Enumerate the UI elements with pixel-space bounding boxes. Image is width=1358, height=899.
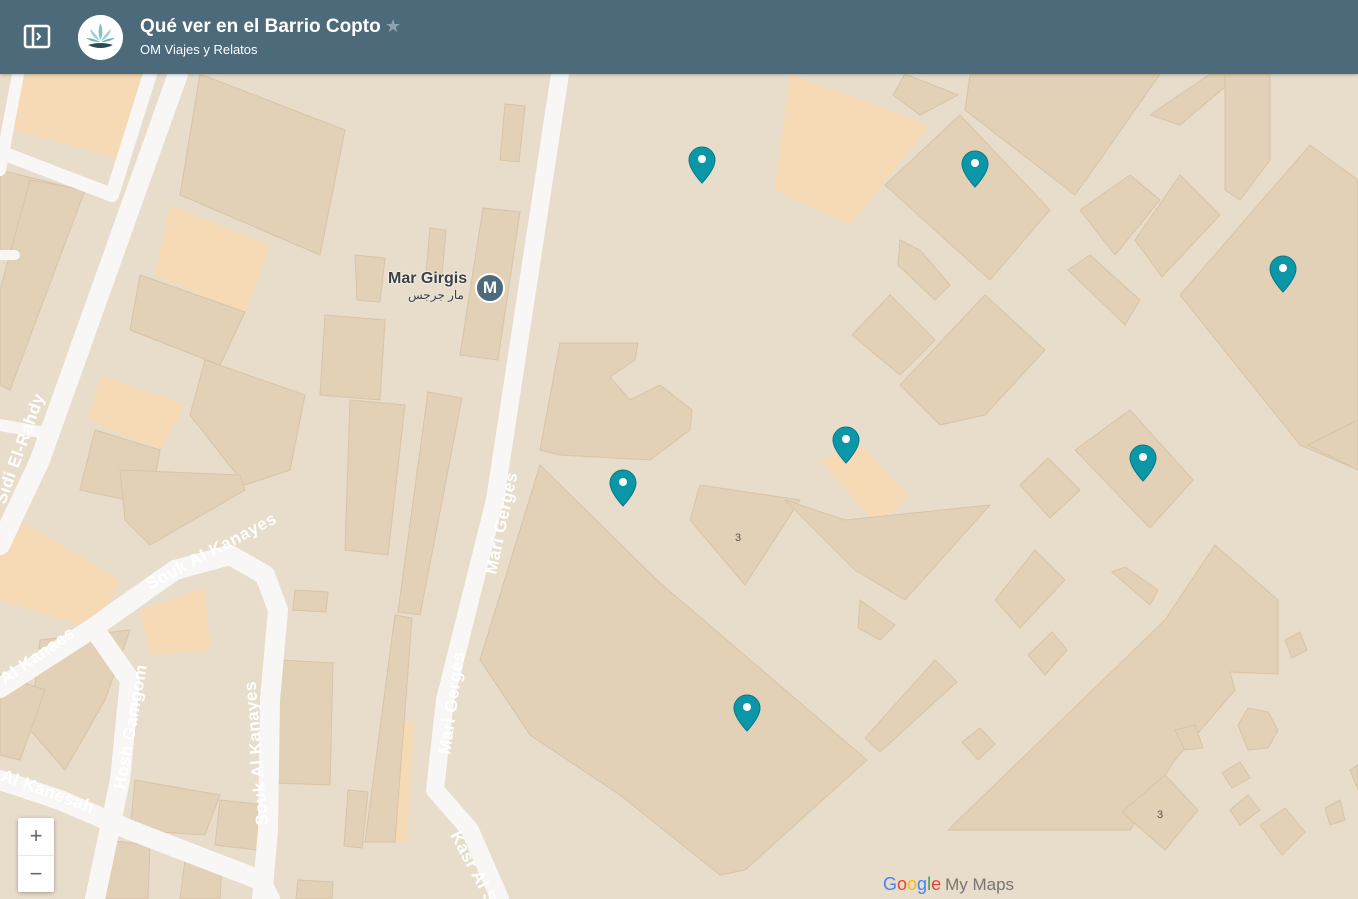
my-maps-label: My Maps [945,875,1015,894]
map-background: Mari Gerges Mari Gerges Souk Al Kanayes … [0,74,1358,899]
map-author: OM Viajes y Relatos [140,42,258,57]
star-icon[interactable]: ★ [385,16,401,37]
zoom-controls: + − [18,818,54,892]
metro-icon: M [475,273,505,303]
location-pin-icon[interactable] [832,426,860,464]
location-pin-icon[interactable] [688,146,716,184]
toggle-sidebar-icon[interactable] [20,22,54,52]
map-canvas[interactable]: Mari Gerges Mari Gerges Souk Al Kanayes … [0,74,1358,899]
location-pin-icon[interactable] [1129,444,1157,482]
location-pin-icon[interactable] [961,150,989,188]
zoom-out-button[interactable]: − [18,856,54,893]
map-logo [78,15,123,60]
map-header: Qué ver en el Barrio Copto ★ OM Viajes y… [0,0,1358,74]
station-name-arabic: مار جرجس [408,288,464,302]
building-number: 3 [735,532,742,544]
location-pin-icon[interactable] [733,694,761,732]
location-pin-icon[interactable] [609,469,637,507]
map-title: Qué ver en el Barrio Copto [140,16,381,37]
station-name: Mar Girgis [388,270,468,287]
zoom-in-button[interactable]: + [18,818,54,855]
building-number: 3 [1157,809,1164,821]
location-pin-icon[interactable] [1269,255,1297,293]
google-my-maps-logo: Google My Maps [883,874,1015,894]
